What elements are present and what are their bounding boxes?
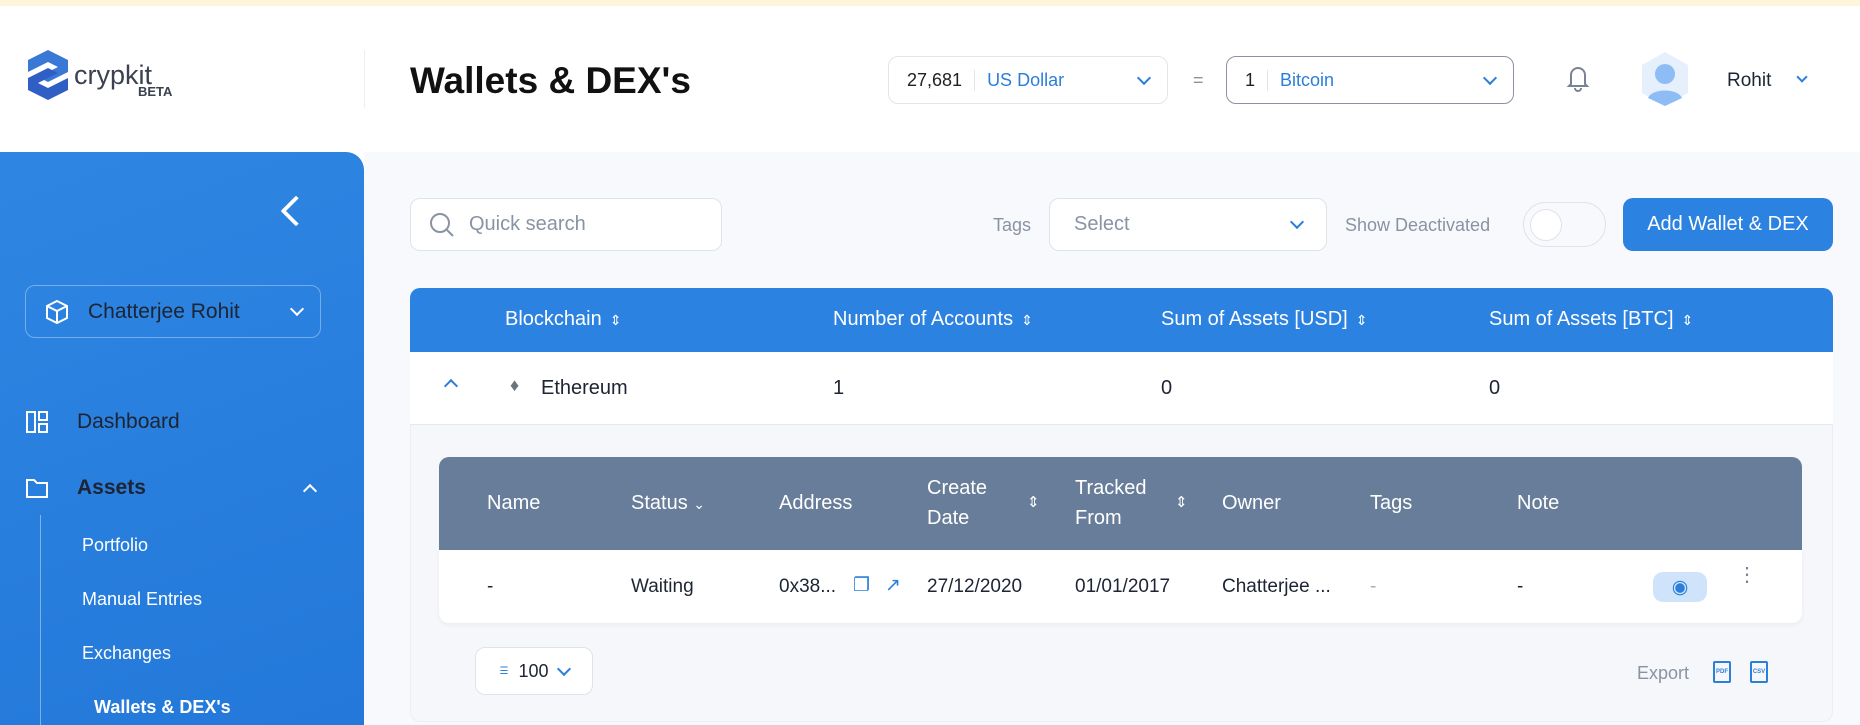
table-row[interactable]: ♦ Ethereum 1 0 0 [410, 352, 1833, 425]
notice-strip [0, 0, 1860, 6]
add-wallet-button[interactable]: Add Wallet & DEX [1623, 198, 1833, 251]
ethereum-icon: ♦ [510, 375, 520, 395]
list-icon: ☰ [499, 665, 509, 677]
col-status[interactable]: Status ⌄ [631, 492, 705, 515]
col-sum-usd[interactable]: Sum of Assets [USD] ⇕ [1161, 308, 1367, 331]
chevron-down-icon [1482, 70, 1498, 85]
tree-line [40, 515, 41, 725]
logo[interactable]: crypkit BETA [28, 50, 172, 100]
export-label: Export [1637, 663, 1690, 683]
csv-export-icon[interactable]: CSV [1750, 661, 1768, 683]
sidebar-item-manual-entries[interactable]: Manual Entries [82, 589, 202, 610]
tags-select[interactable]: Select [1049, 198, 1327, 251]
col-accounts[interactable]: Number of Accounts ⇕ [833, 308, 1033, 331]
page-size-select[interactable]: ☰ 100 [475, 647, 593, 695]
more-options-icon[interactable]: ⋮ [1737, 565, 1757, 585]
sidebar-item-portfolio[interactable]: Portfolio [82, 535, 148, 556]
page-title: Wallets & DEX's [410, 60, 691, 101]
eye-icon[interactable]: ◉ [1653, 572, 1707, 602]
to-currency-select[interactable]: 1 Bitcoin [1226, 56, 1514, 104]
equals-sign: = [1193, 70, 1204, 90]
to-currency: Bitcoin [1280, 69, 1335, 90]
subtable-header: Name Status ⌄ Address Create Date ⇕ Trac… [439, 457, 1802, 550]
chevron-down-icon[interactable] [1796, 71, 1808, 83]
sidebar-item-dashboard[interactable]: Dashboard [25, 410, 180, 434]
folder-icon [26, 479, 48, 498]
external-link-icon[interactable]: ↗ [885, 574, 901, 597]
chevron-down-icon [556, 661, 571, 676]
bell-icon[interactable] [1566, 64, 1590, 92]
col-blockchain[interactable]: Blockchain ⇕ [505, 308, 621, 331]
to-amount[interactable]: 1 [1245, 69, 1269, 91]
pdf-export-icon[interactable]: PDF [1713, 661, 1731, 683]
tags-label: Tags [993, 215, 1032, 235]
table-header: Blockchain ⇕ Number of Accounts ⇕ Sum of A… [410, 288, 1833, 352]
sort-icon[interactable]: ⇕ [1027, 493, 1040, 511]
sidebar-item-exchanges[interactable]: Exchanges [82, 643, 171, 664]
show-deactivated-toggle[interactable] [1523, 202, 1606, 247]
dashboard-icon [26, 411, 48, 433]
sidebar [0, 152, 364, 725]
chevron-up-icon[interactable] [443, 378, 459, 394]
copy-icon[interactable]: ❐ [853, 574, 870, 597]
show-deactivated-label: Show Deactivated [1345, 215, 1491, 235]
chevron-down-icon [1136, 70, 1152, 85]
chevron-down-icon [1289, 214, 1305, 230]
header-divider [364, 50, 365, 108]
search-icon [430, 212, 454, 237]
chevron-down-icon [289, 301, 305, 317]
sort-icon[interactable]: ⇕ [1175, 493, 1188, 511]
sidebar-item-assets[interactable]: Assets [25, 476, 318, 500]
chevron-up-icon [302, 483, 318, 499]
sidebar-item-wallets[interactable]: Wallets & DEX's [94, 697, 231, 718]
org-select[interactable]: Chatterjee Rohit [25, 285, 321, 338]
logo-icon [28, 50, 68, 100]
col-sum-btc[interactable]: Sum of Assets [BTC] ⇕ [1489, 308, 1693, 331]
from-currency: US Dollar [987, 69, 1065, 90]
from-amount[interactable]: 27,681 [907, 69, 976, 91]
search-input[interactable]: Quick search [410, 198, 722, 251]
avatar[interactable] [1640, 52, 1690, 106]
from-currency-select[interactable]: 27,681 US Dollar [888, 56, 1168, 104]
user-name[interactable]: Rohit [1727, 70, 1771, 92]
subtable-row: - Waiting 0x38... ❐ ↗ 27/12/2020 01/01/2… [439, 550, 1802, 623]
cube-icon [46, 299, 68, 324]
